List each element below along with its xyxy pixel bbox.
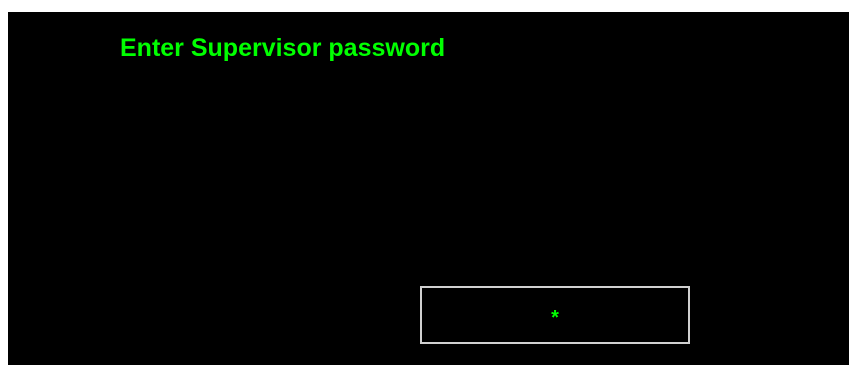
password-mask: * — [551, 307, 559, 329]
password-input[interactable]: * — [420, 286, 690, 344]
prompt-title: Enter Supervisor password — [120, 34, 446, 62]
bios-password-screen: Enter Supervisor password * — [8, 12, 849, 365]
